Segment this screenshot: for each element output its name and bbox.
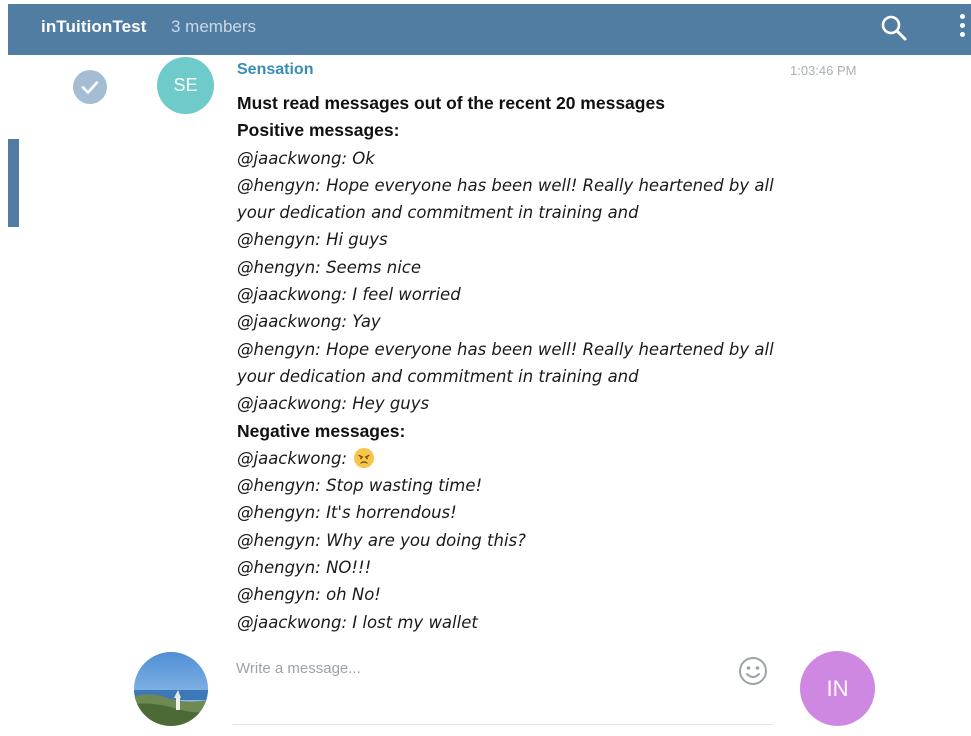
chat-header: inTuitionTest 3 members — [8, 4, 971, 55]
message-line: @jaackwong: I feel worried — [237, 285, 461, 305]
message-line: @hengyn: Stop wasting time! — [237, 476, 483, 496]
message-heading: Must read messages out of the recent 20 … — [237, 93, 665, 113]
sender-name[interactable]: Sensation — [237, 61, 313, 79]
message-timestamp: 1:03:46 PM — [790, 63, 857, 78]
message-line: @hengyn: Seems nice — [237, 257, 422, 277]
message-line: @jaackwong: Ok — [237, 148, 375, 168]
input-underline — [233, 724, 773, 725]
message-heading: Negative messages: — [237, 420, 406, 441]
message-heading: Positive messages: — [237, 120, 400, 141]
message-line: @jaackwong: Hey guys — [237, 394, 430, 414]
current-user-avatar[interactable] — [134, 652, 208, 726]
message-line: @jaackwong: I lost my wallet — [237, 612, 478, 632]
message-line: @hengyn: It's horrendous! — [237, 503, 457, 523]
angry-face-emoji — [354, 447, 375, 468]
chat-title[interactable]: inTuitionTest — [41, 17, 146, 37]
message-line: your dedication and commitment in traini… — [237, 366, 639, 386]
message-line: @hengyn: Hope everyone has been well! Re… — [237, 339, 774, 359]
message-input[interactable] — [236, 654, 726, 682]
message-body: Must read messages out of the recent 20 … — [237, 90, 797, 636]
message-line: your dedication and commitment in traini… — [237, 203, 639, 223]
sender-avatar[interactable]: SE — [157, 57, 214, 114]
search-icon[interactable] — [879, 13, 909, 43]
message-line: @hengyn: oh No! — [237, 585, 381, 605]
message-line: @jaackwong: Yay — [237, 312, 381, 332]
smiley-icon[interactable] — [737, 655, 769, 687]
message-line: @hengyn: Why are you doing this? — [237, 530, 526, 550]
message-line: @jaackwong: — [237, 445, 797, 472]
member-count[interactable]: 3 members — [171, 17, 256, 37]
message-line: @hengyn: Hope everyone has been well! Re… — [237, 175, 774, 195]
message-line: @hengyn: NO!!! — [237, 558, 372, 578]
message-line: @hengyn: Hi guys — [237, 230, 388, 250]
more-vertical-icon[interactable] — [956, 14, 968, 44]
message-select-check-icon[interactable] — [73, 70, 107, 104]
scrollbar-thumb[interactable] — [8, 139, 19, 227]
recipient-avatar[interactable]: IN — [800, 651, 875, 726]
